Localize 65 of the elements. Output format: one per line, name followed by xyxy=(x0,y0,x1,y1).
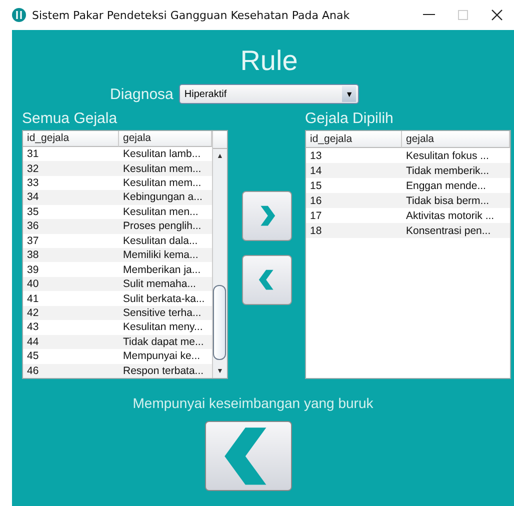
app-icon xyxy=(12,8,26,22)
table-cell-text: Kesulitan men... xyxy=(122,204,200,220)
table-cell-text: 31 xyxy=(26,147,40,162)
table-cell-text: 35 xyxy=(26,204,40,220)
window-title: Sistem Pakar Pendeteksi Gangguan Kesehatan Pada Anak xyxy=(32,8,351,22)
table-cell-text: Konsentrasi pen... xyxy=(405,224,492,238)
chevron-left-icon xyxy=(258,269,276,291)
table-cell-text: Tidak dapat me... xyxy=(122,334,205,350)
table-cell-text: 13 xyxy=(309,148,323,163)
table-cell-text: 46 xyxy=(26,364,40,378)
scrollbar-thumb[interactable] xyxy=(213,285,226,360)
table-cell-text: Kesulitan fokus ... xyxy=(405,148,490,163)
table-cell-text: 14 xyxy=(309,164,323,178)
column-header[interactable]: gejala xyxy=(402,131,510,148)
diagnosa-dropdown[interactable]: Hiperaktif ▼ xyxy=(179,84,360,104)
table-cell-text: 40 xyxy=(26,277,40,292)
table-cell-text: 39 xyxy=(26,262,40,277)
maximize-icon xyxy=(458,10,468,20)
table-cell-text: Kesulitan mem... xyxy=(122,162,202,176)
column-header[interactable]: id_gejala xyxy=(23,131,119,147)
table-cell-text: 32 xyxy=(26,162,40,176)
table-cell-text: 33 xyxy=(26,176,40,190)
close-icon xyxy=(491,9,503,21)
table-cell-text: 41 xyxy=(26,292,40,306)
table-cell-text: 15 xyxy=(309,178,323,193)
header-corner xyxy=(213,131,227,149)
table-cell-text: 34 xyxy=(26,190,40,205)
add-button[interactable] xyxy=(242,191,292,241)
table-cell-text: 44 xyxy=(26,334,40,350)
table-cell-text: Proses penglih... xyxy=(122,219,202,234)
table-cell-text: Kesulitan mem... xyxy=(122,176,202,190)
table-cell-text: Memiliki kema... xyxy=(122,248,200,262)
section-title: Gejala Dipilih xyxy=(305,110,394,129)
remove-button[interactable] xyxy=(242,255,292,305)
table-cell-text: Memberikan ja... xyxy=(122,262,202,277)
table-cell-text: Kesulitan lamb... xyxy=(122,147,202,162)
table-cell-text: Aktivitas motorik ... xyxy=(405,208,496,223)
status-text: Mempunyai keseimbangan yang buruk xyxy=(132,395,374,411)
table-cell-text: Tidak bisa berm... xyxy=(405,194,490,208)
table-cell-text: Tidak memberik... xyxy=(405,164,490,178)
table-cell-text: Kesulitan dala... xyxy=(122,234,199,248)
table-cell-text: 42 xyxy=(26,306,40,320)
diagnosa-label: Diagnosa xyxy=(110,86,174,102)
table-cell-text: Mempunyai ke... xyxy=(122,349,202,364)
table-cell-text: 38 xyxy=(26,248,40,262)
column-header[interactable]: gejala xyxy=(119,131,212,147)
table-cell-text: Sensitive terha... xyxy=(122,306,202,320)
table-cell-text: 18 xyxy=(309,224,323,238)
table-cell-text: 16 xyxy=(309,194,323,208)
table-cell-text: Sulit berkata-ka... xyxy=(122,292,206,306)
column-header[interactable]: id_gejala xyxy=(306,131,402,148)
table-cell-text: Kebingungan a... xyxy=(122,190,204,205)
section-title: Semua Gejala xyxy=(22,110,118,129)
table-cell-text: Enggan mende... xyxy=(405,178,487,193)
minimize-icon xyxy=(423,14,435,16)
table-cell-text: 36 xyxy=(26,219,40,234)
table-cell-text: 45 xyxy=(26,349,40,364)
table-cell-text: 17 xyxy=(309,208,323,223)
table-cell-text: 37 xyxy=(26,234,40,248)
back-button[interactable] xyxy=(204,421,292,491)
table-cell-text: Kesulitan meny... xyxy=(122,320,204,335)
table-cell-text: 43 xyxy=(26,320,40,335)
page-heading: Rule xyxy=(239,44,299,78)
table-cell-text: Sulit memaha... xyxy=(122,277,197,292)
table-cell-text: Respon terbata... xyxy=(122,364,205,378)
